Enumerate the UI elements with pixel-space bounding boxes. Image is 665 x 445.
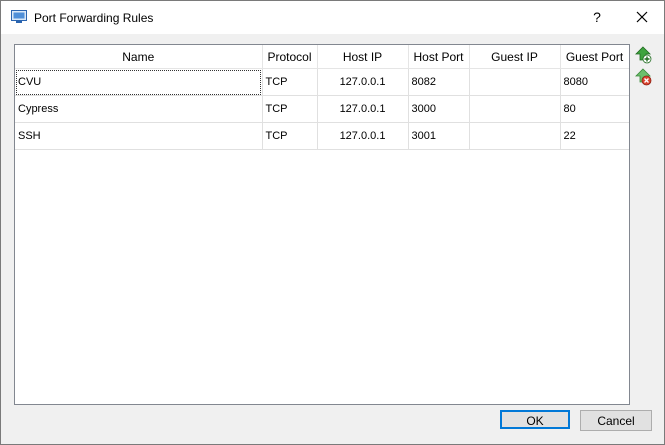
- cancel-button[interactable]: Cancel: [580, 410, 652, 431]
- column-header-guest-ip[interactable]: Guest IP: [469, 45, 561, 69]
- cell-host-port[interactable]: 8082: [408, 68, 470, 96]
- add-rule-icon: [635, 46, 652, 64]
- ok-button[interactable]: OK: [500, 410, 570, 429]
- cell-name[interactable]: SSH: [15, 122, 263, 150]
- cell-name[interactable]: CVU: [15, 68, 263, 96]
- table-row[interactable]: Cypress TCP 127.0.0.1 3000 80: [15, 95, 629, 123]
- help-button[interactable]: ?: [579, 1, 615, 34]
- cell-host-port[interactable]: 3000: [408, 95, 470, 123]
- cell-guest-ip[interactable]: [469, 122, 561, 150]
- title-bar: Port Forwarding Rules ?: [1, 1, 664, 34]
- close-icon: [636, 11, 648, 23]
- cell-guest-port[interactable]: 22: [560, 122, 629, 150]
- rules-table: Name Protocol Host IP Host Port Guest IP…: [15, 45, 629, 150]
- remove-rule-button[interactable]: [634, 68, 652, 86]
- cell-name[interactable]: Cypress: [15, 95, 263, 123]
- column-header-protocol[interactable]: Protocol: [262, 45, 318, 69]
- cell-host-ip[interactable]: 127.0.0.1: [317, 122, 409, 150]
- column-header-guest-port[interactable]: Guest Port: [560, 45, 629, 69]
- virtualbox-icon: [11, 10, 27, 23]
- cell-guest-port[interactable]: 80: [560, 95, 629, 123]
- table-header-row: Name Protocol Host IP Host Port Guest IP…: [15, 45, 629, 69]
- cell-host-ip[interactable]: 127.0.0.1: [317, 95, 409, 123]
- column-header-host-port[interactable]: Host Port: [408, 45, 470, 69]
- cell-guest-ip[interactable]: [469, 68, 561, 96]
- cell-guest-ip[interactable]: [469, 95, 561, 123]
- port-forwarding-dialog: Port Forwarding Rules ? Name Protocol Ho…: [0, 0, 665, 445]
- remove-rule-icon: [635, 68, 652, 86]
- add-rule-button[interactable]: [634, 46, 652, 64]
- cell-host-ip[interactable]: 127.0.0.1: [317, 68, 409, 96]
- close-button[interactable]: [621, 1, 663, 34]
- cell-protocol[interactable]: TCP: [262, 95, 318, 123]
- table-row[interactable]: SSH TCP 127.0.0.1 3001 22: [15, 122, 629, 150]
- column-header-name[interactable]: Name: [15, 45, 263, 69]
- rules-table-container: Name Protocol Host IP Host Port Guest IP…: [14, 44, 630, 405]
- table-row[interactable]: CVU TCP 127.0.0.1 8082 8080: [15, 68, 629, 96]
- cell-guest-port[interactable]: 8080: [560, 68, 629, 96]
- cell-protocol[interactable]: TCP: [262, 68, 318, 96]
- cell-protocol[interactable]: TCP: [262, 122, 318, 150]
- dialog-title: Port Forwarding Rules: [34, 11, 154, 25]
- column-header-host-ip[interactable]: Host IP: [317, 45, 409, 69]
- cell-host-port[interactable]: 3001: [408, 122, 470, 150]
